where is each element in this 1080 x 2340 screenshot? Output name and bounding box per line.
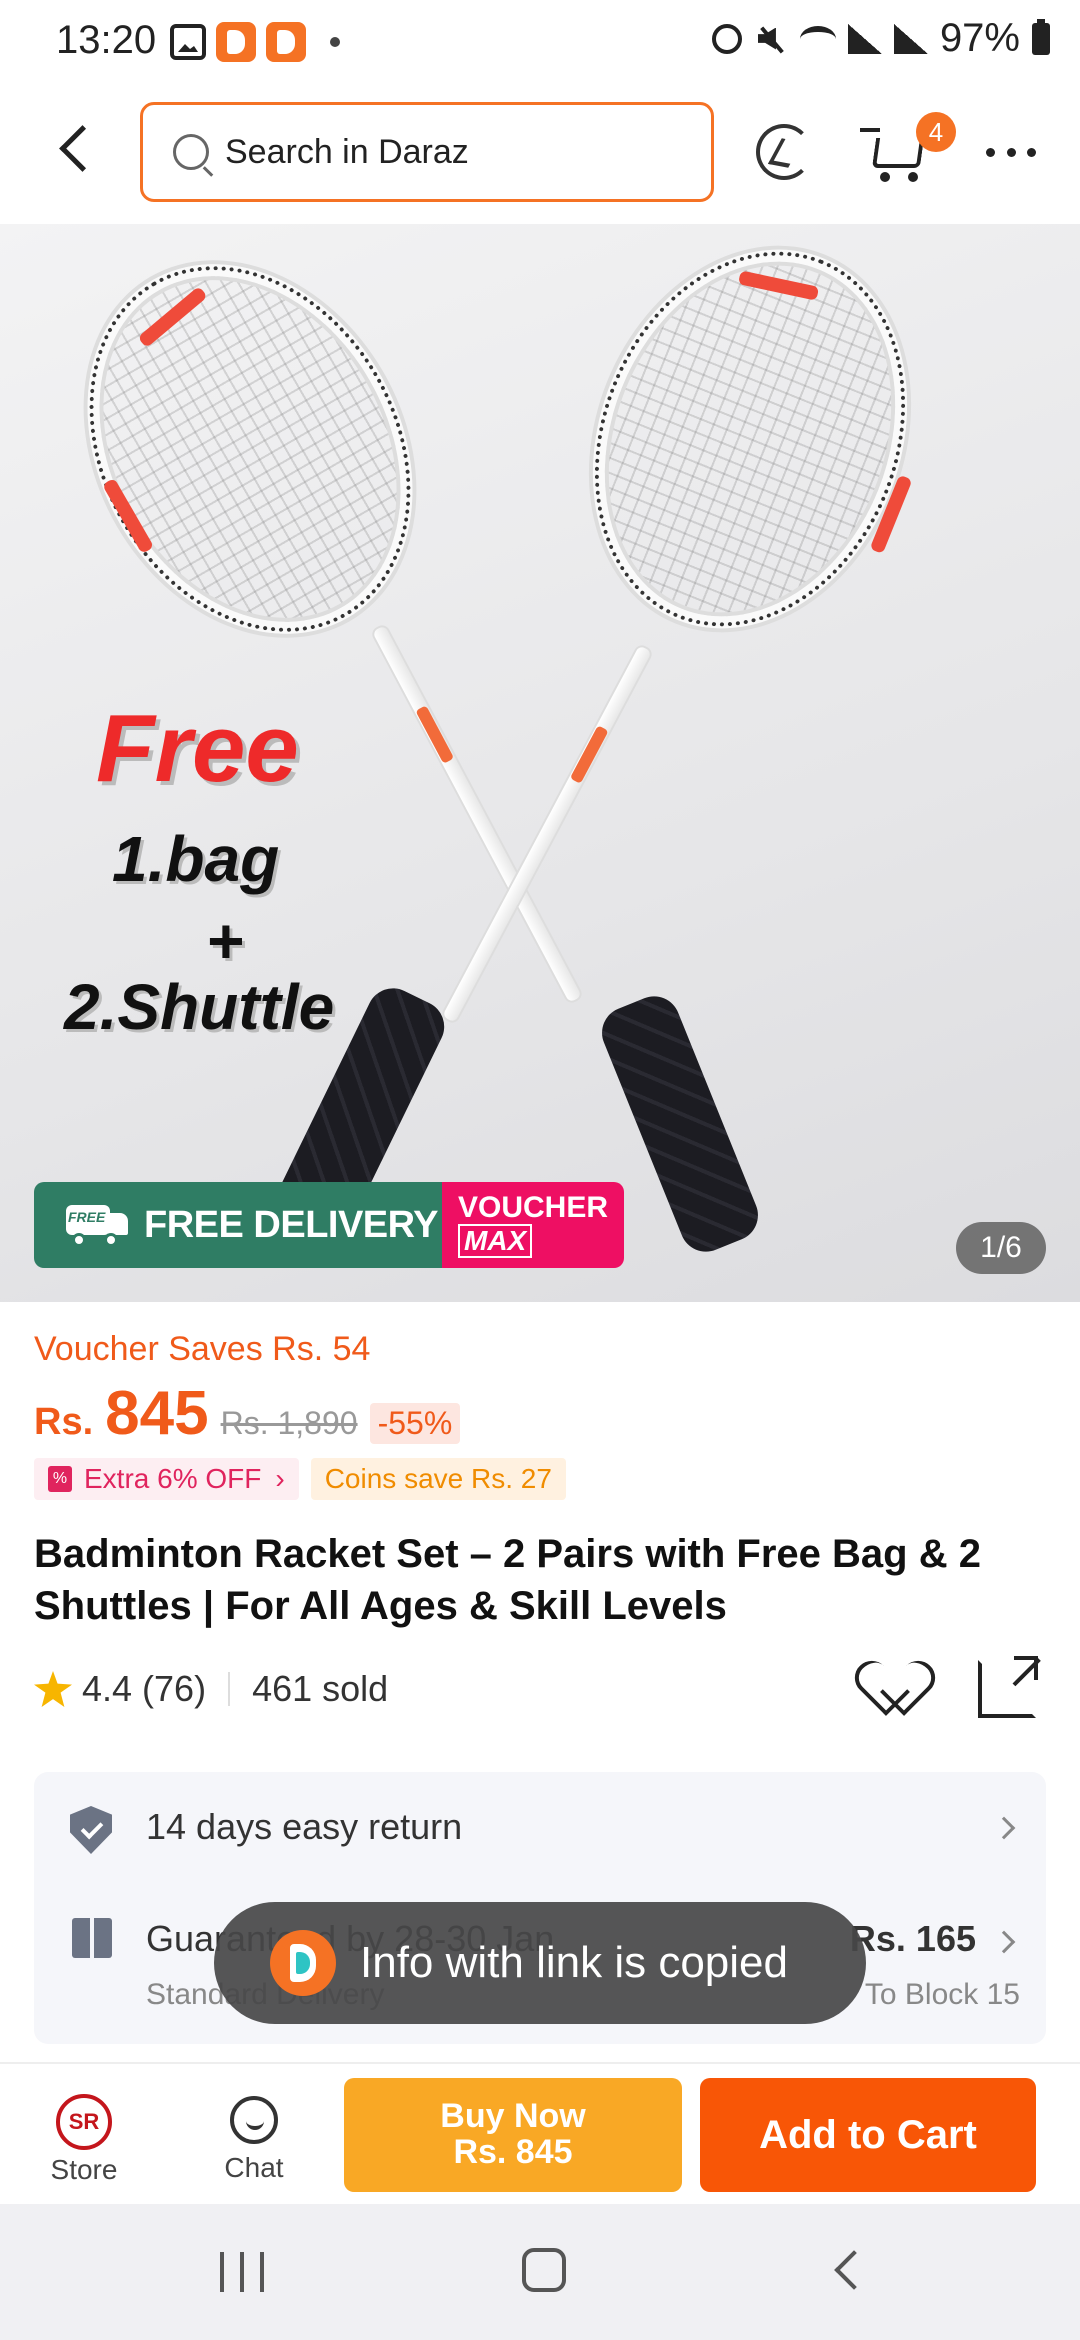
recent-apps-icon[interactable]	[220, 2252, 264, 2292]
buy-now-button[interactable]: Buy Now Rs. 845	[344, 2078, 682, 2192]
chat-icon	[230, 2096, 278, 2144]
chevron-right-icon: ›	[275, 1463, 285, 1494]
original-price: Rs. 1,890	[220, 1405, 358, 1441]
package-icon	[72, 1918, 112, 1958]
return-policy-row[interactable]: 14 days easy return	[34, 1772, 1046, 1882]
truck-free-label: FREE	[68, 1209, 106, 1225]
daraz-notification-icon	[216, 22, 256, 62]
free-delivery-text: FREE DELIVERY	[144, 1203, 439, 1246]
back-button[interactable]	[48, 120, 98, 180]
promo-tags: % Extra 6% OFF › Coins save Rs. 27	[34, 1458, 566, 1500]
wishlist-heart-icon[interactable]	[870, 1662, 928, 1714]
daraz-logo-icon	[270, 1930, 336, 1996]
system-nav-bar	[0, 2204, 1080, 2340]
delivery-truck-icon: FREE	[52, 1203, 130, 1247]
chevron-right-icon	[992, 1930, 1016, 1954]
buy-now-label: Buy Now	[440, 2097, 586, 2135]
image-page-indicator: 1/6	[956, 1222, 1046, 1274]
current-price: 845	[105, 1379, 209, 1448]
signal-2-icon	[893, 23, 928, 54]
divider	[228, 1672, 231, 1706]
delivery-destination: To Block 15	[864, 1978, 1020, 2011]
percent-icon: %	[48, 1466, 72, 1492]
extra-off-label: Extra 6% OFF	[84, 1463, 262, 1494]
chevron-right-icon	[992, 1816, 1016, 1840]
home-icon[interactable]	[522, 2248, 566, 2292]
coins-save-tag: Coins save Rs. 27	[310, 1458, 566, 1500]
product-title: Badminton Racket Set – 2 Pairs with Free…	[34, 1532, 981, 1628]
app-header: Search in Daraz 4	[0, 84, 1080, 224]
more-options-icon[interactable]	[986, 148, 1036, 160]
voucher-text: VOUCHER	[458, 1191, 609, 1224]
buy-now-price: Rs. 845	[453, 2133, 573, 2171]
return-policy-text: 14 days easy return	[146, 1806, 463, 1847]
price-currency: Rs.	[34, 1401, 94, 1443]
voucher-max-text: MAX	[458, 1224, 532, 1258]
cart-icon	[860, 128, 880, 132]
store-button[interactable]: SR Store	[34, 2094, 134, 2186]
add-to-cart-button[interactable]: Add to Cart	[700, 2078, 1036, 2192]
shield-check-icon	[70, 1806, 112, 1854]
mute-icon	[754, 22, 788, 56]
status-bar: 13:20 97%	[0, 0, 1080, 84]
wifi-icon	[799, 25, 836, 52]
more-notifications-dot-icon	[330, 37, 340, 47]
product-image-carousel[interactable]: Free 1.bag + 2.Shuttle FREE FREE DELIVER…	[0, 224, 1080, 1302]
promo-free-text: Free	[96, 695, 299, 802]
search-placeholder: Search in Daraz	[225, 132, 469, 171]
voucher-max-badge: VOUCHER MAX	[442, 1182, 624, 1268]
history-icon[interactable]	[756, 124, 812, 180]
chat-label: Chat	[224, 2152, 284, 2183]
promo-shuttle-text: 2.Shuttle	[64, 971, 335, 1043]
extra-off-tag[interactable]: % Extra 6% OFF ›	[34, 1458, 299, 1500]
search-icon	[173, 134, 209, 170]
rating-value: 4.4 (76)	[82, 1668, 207, 1709]
copied-toast: Info with link is copied	[214, 1902, 866, 2024]
share-icon[interactable]	[978, 1656, 1038, 1718]
battery-icon	[1032, 18, 1050, 55]
cart-count-badge: 4	[916, 112, 956, 152]
delivery-fee: Rs. 165	[849, 1918, 976, 1959]
bottom-action-bar: SR Store Chat Buy Now Rs. 845 Add to Car…	[0, 2062, 1080, 2204]
status-time: 13:20	[56, 18, 157, 62]
star-icon	[34, 1671, 72, 1707]
voucher-saves-text: Voucher Saves Rs. 54	[34, 1330, 371, 1368]
system-icons: 97%	[711, 16, 1050, 61]
free-delivery-banner: FREE FREE DELIVERY VOUCHER MAX	[34, 1182, 624, 1268]
free-delivery-badge: FREE FREE DELIVERY	[34, 1182, 442, 1268]
price-row: Rs. 845 Rs. 1,890 -55%	[34, 1378, 461, 1449]
store-label: Store	[50, 2154, 118, 2185]
search-input[interactable]: Search in Daraz	[140, 102, 714, 202]
signal-icon	[847, 23, 882, 54]
battery-percent: 97%	[939, 16, 1020, 60]
promo-bag-text: 1.bag	[112, 823, 280, 895]
toast-message: Info with link is copied	[360, 1938, 788, 1987]
sold-count: 461 sold	[252, 1668, 389, 1709]
daraz-notification-icon	[266, 22, 306, 62]
store-logo-icon: SR	[56, 2094, 112, 2150]
rating-row[interactable]: 4.4 (76) 461 sold	[34, 1668, 388, 1710]
nav-back-icon[interactable]	[834, 2250, 874, 2290]
chat-button[interactable]: Chat	[204, 2096, 304, 2184]
gallery-icon	[170, 24, 206, 60]
promo-plus-text: +	[206, 905, 244, 977]
notification-icons	[170, 22, 340, 62]
alarm-icon	[711, 23, 742, 54]
discount-badge: -55%	[369, 1403, 461, 1444]
